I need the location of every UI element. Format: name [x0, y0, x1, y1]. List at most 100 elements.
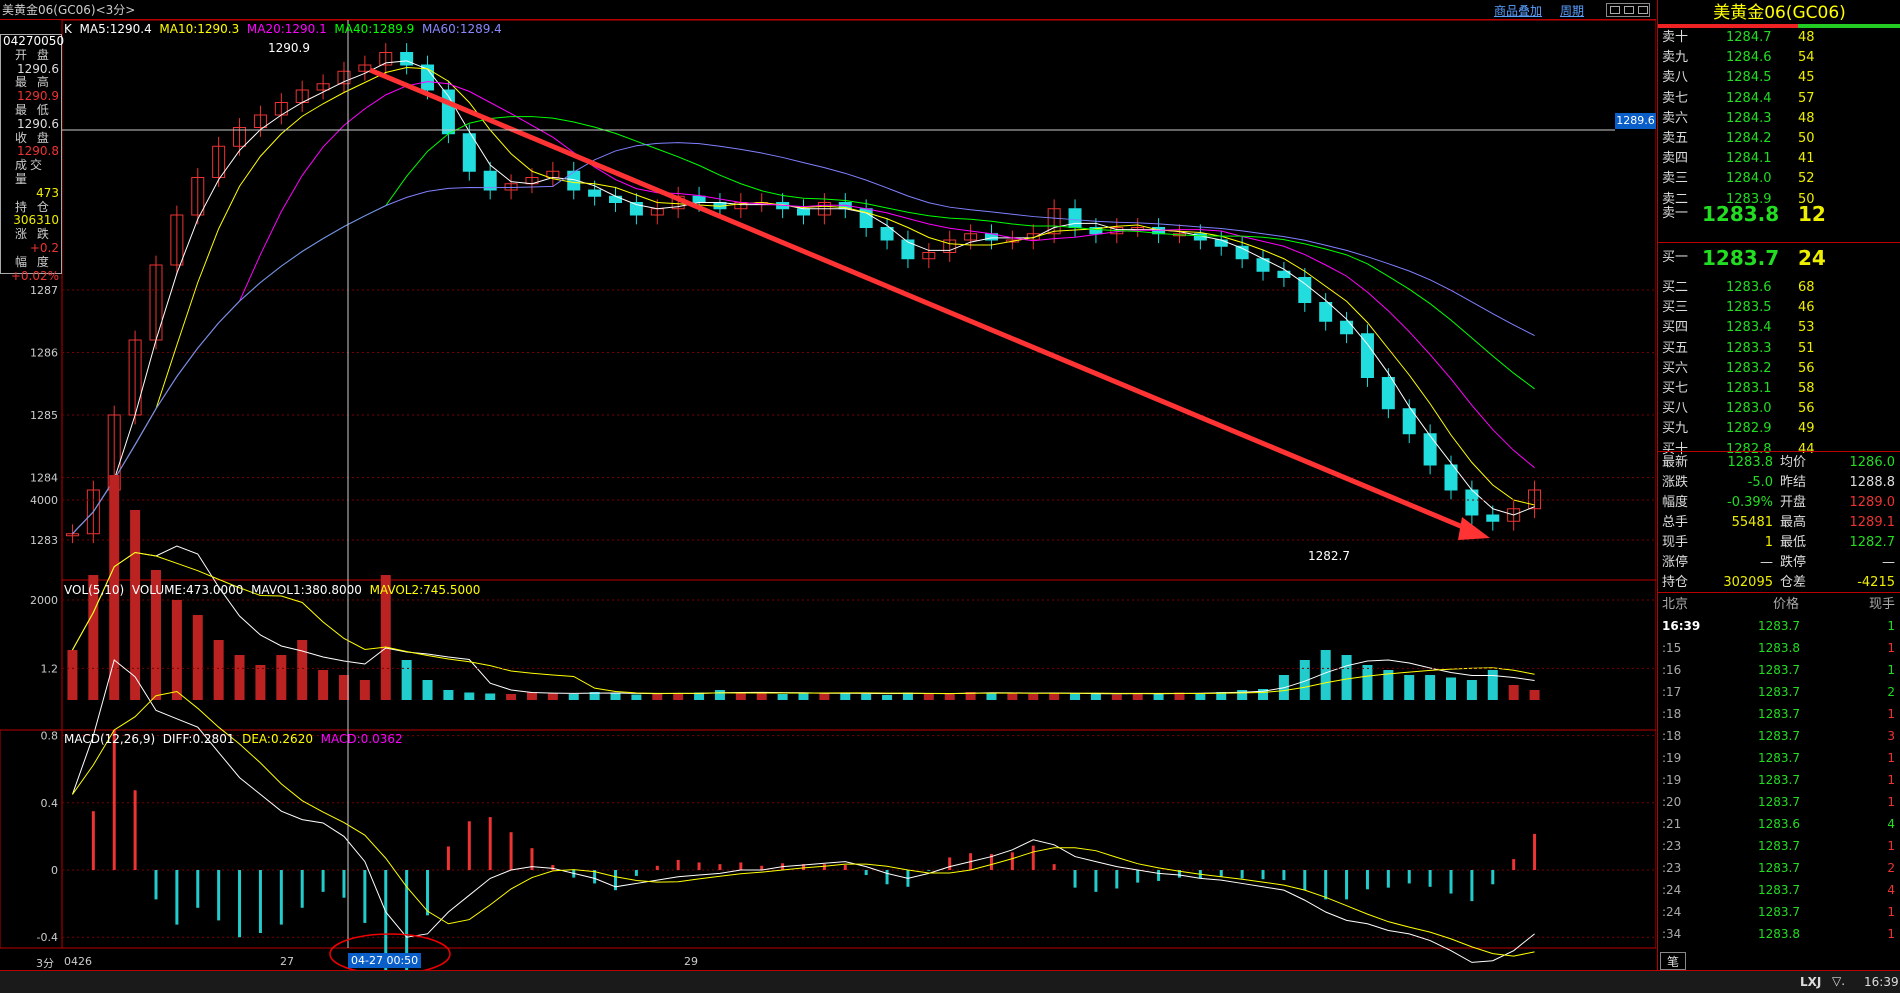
candle-body [1214, 239, 1228, 247]
ticks-header-time: 北京 [1662, 597, 1689, 612]
ask-price: 1284.1 [1726, 151, 1772, 167]
macd-tick: 0.4 [41, 797, 59, 810]
ask-row[interactable]: 卖一 1283.8 12 [1658, 200, 1900, 228]
tick-time: :21 [1662, 817, 1682, 831]
candle-body [1381, 377, 1395, 410]
volume-bar [1529, 690, 1540, 700]
bid-row[interactable]: 买二 1283.6 68 [1658, 278, 1900, 298]
stat-label: 最高 [1780, 515, 1807, 530]
ask-volume: 50 [1798, 131, 1815, 146]
bid-label: 买七 [1662, 381, 1689, 396]
tick-time: :19 [1662, 751, 1682, 765]
candle-body [609, 195, 623, 203]
bid-price: 1283.2 [1726, 360, 1772, 376]
bid-row[interactable]: 买九 1282.9 49 [1658, 419, 1900, 439]
candle-body [588, 189, 602, 197]
volume-bar [1111, 694, 1122, 700]
ask-row[interactable]: 卖四 1284.1 41 [1658, 149, 1900, 169]
candle-body [1319, 302, 1333, 322]
bid-volume: 46 [1798, 300, 1815, 316]
tick-price: 1283.8 [1758, 641, 1800, 655]
close-icon[interactable] [1638, 6, 1648, 14]
bid-label: 买五 [1662, 340, 1689, 356]
price-axis: 1287 1286 1285 1284 1283 [30, 284, 58, 547]
tick-volume: 1 [1887, 619, 1895, 633]
stat-label: 持仓 [1662, 575, 1689, 590]
volume-bar [1049, 693, 1060, 700]
tick-time: :18 [1662, 729, 1682, 743]
bid-row[interactable]: 买八 1283.0 56 [1658, 399, 1900, 419]
tick-price: 1283.7 [1758, 729, 1800, 743]
bid-price: 1283.7 [1702, 246, 1780, 270]
macd-tick: 0 [51, 864, 58, 877]
k-label: K [64, 22, 72, 36]
stat-row: 现手 1 最低 1282.7 [1658, 533, 1900, 553]
bid-row[interactable]: 买七 1283.1 58 [1658, 379, 1900, 399]
tick-time: :19 [1662, 773, 1682, 787]
volume-bar [67, 650, 78, 700]
bid-row[interactable]: 买四 1283.4 53 [1658, 318, 1900, 338]
ask-row[interactable]: 卖三 1284.0 52 [1658, 169, 1900, 189]
crosshair-price-label: 1289.6 [1615, 113, 1656, 129]
signal-icon: ▽. [1832, 974, 1846, 988]
stat-row: 涨跌 -5.0 昨结 1288.8 [1658, 473, 1900, 493]
stat-value: 1 [1764, 535, 1773, 550]
window-controls[interactable] [1606, 3, 1650, 17]
ask-row[interactable]: 卖五 1284.2 50 [1658, 129, 1900, 149]
tick-volume: 1 [1887, 751, 1895, 765]
bid-row[interactable]: 买五 1283.3 51 [1658, 339, 1900, 359]
ask-row[interactable]: 卖十 1284.7 48 [1658, 28, 1900, 48]
ask-row[interactable]: 卖六 1284.3 48 [1658, 109, 1900, 129]
tick-row: :16 1283.7 1 [1658, 660, 1900, 680]
info-label: 成交量 [15, 158, 46, 186]
period-link[interactable]: 周期 [1560, 2, 1584, 19]
minimize-icon[interactable] [1610, 6, 1620, 14]
tab-tick[interactable]: 笔 [1660, 952, 1686, 970]
quote-panel: 美黄金06(GC06) 卖十 1284.7 48 卖九 1284.6 54 卖八 1284.5… [1657, 0, 1900, 970]
tick-price: 1283.7 [1758, 839, 1800, 853]
bid-price: 1283.6 [1726, 280, 1772, 295]
ask-price: 1284.6 [1726, 50, 1772, 66]
volume-bar [798, 693, 809, 700]
volume-bar [192, 615, 203, 700]
restore-icon[interactable] [1624, 6, 1634, 14]
ask-volume: 54 [1798, 50, 1815, 66]
tick-time: :18 [1662, 707, 1682, 721]
bid-row[interactable]: 买三 1283.5 46 [1658, 298, 1900, 318]
arrow-head [1458, 517, 1490, 540]
status-bar: LXJ ▽. 16:39 [0, 970, 1900, 993]
time-label-27: 27 [280, 955, 294, 968]
stat-label: 最新 [1662, 455, 1689, 470]
bid-row[interactable]: 买六 1283.2 56 [1658, 359, 1900, 379]
bid-price: 1283.0 [1726, 401, 1772, 417]
ask-row[interactable]: 卖九 1284.6 54 [1658, 48, 1900, 68]
price-panel-frame [61, 20, 1656, 581]
volume-bar [1362, 665, 1373, 700]
tick-row: :23 1283.7 1 [1658, 836, 1900, 856]
bid-label: 买六 [1662, 360, 1689, 376]
tick-volume: 2 [1887, 685, 1895, 699]
volume-bar [213, 640, 224, 700]
stat-value: 1288.8 [1849, 475, 1896, 490]
tick-volume: 1 [1887, 927, 1895, 941]
ask-row[interactable]: 卖七 1284.4 57 [1658, 89, 1900, 109]
volume-bar [318, 670, 329, 700]
candle-body [1360, 333, 1374, 378]
tick-volume: 1 [1887, 905, 1895, 919]
bid-row[interactable]: 买一 1283.7 24 [1658, 244, 1900, 272]
info-label: 最 高 [15, 75, 52, 90]
overlay-link[interactable]: 商品叠加 [1494, 2, 1542, 19]
ask-row[interactable]: 卖八 1284.5 45 [1658, 68, 1900, 88]
chart-area[interactable]: 1287 1286 1285 1284 1283 4000 2000 1.2 0.8 0.4 0… [0, 20, 1656, 970]
ask-label: 卖七 [1662, 90, 1689, 106]
stat-value: 1282.7 [1849, 535, 1896, 550]
tick-time: :15 [1662, 641, 1682, 655]
ticks-header: 北京 价格 现手 [1658, 595, 1900, 615]
ask-label: 卖九 [1662, 50, 1689, 66]
volume-bar [861, 694, 872, 700]
ask-label: 卖三 [1662, 171, 1689, 187]
tick-price: 1283.7 [1758, 795, 1800, 809]
tick-volume: 1 [1887, 663, 1895, 677]
volume-bar [338, 675, 349, 700]
tick-row: :18 1283.7 1 [1658, 704, 1900, 724]
